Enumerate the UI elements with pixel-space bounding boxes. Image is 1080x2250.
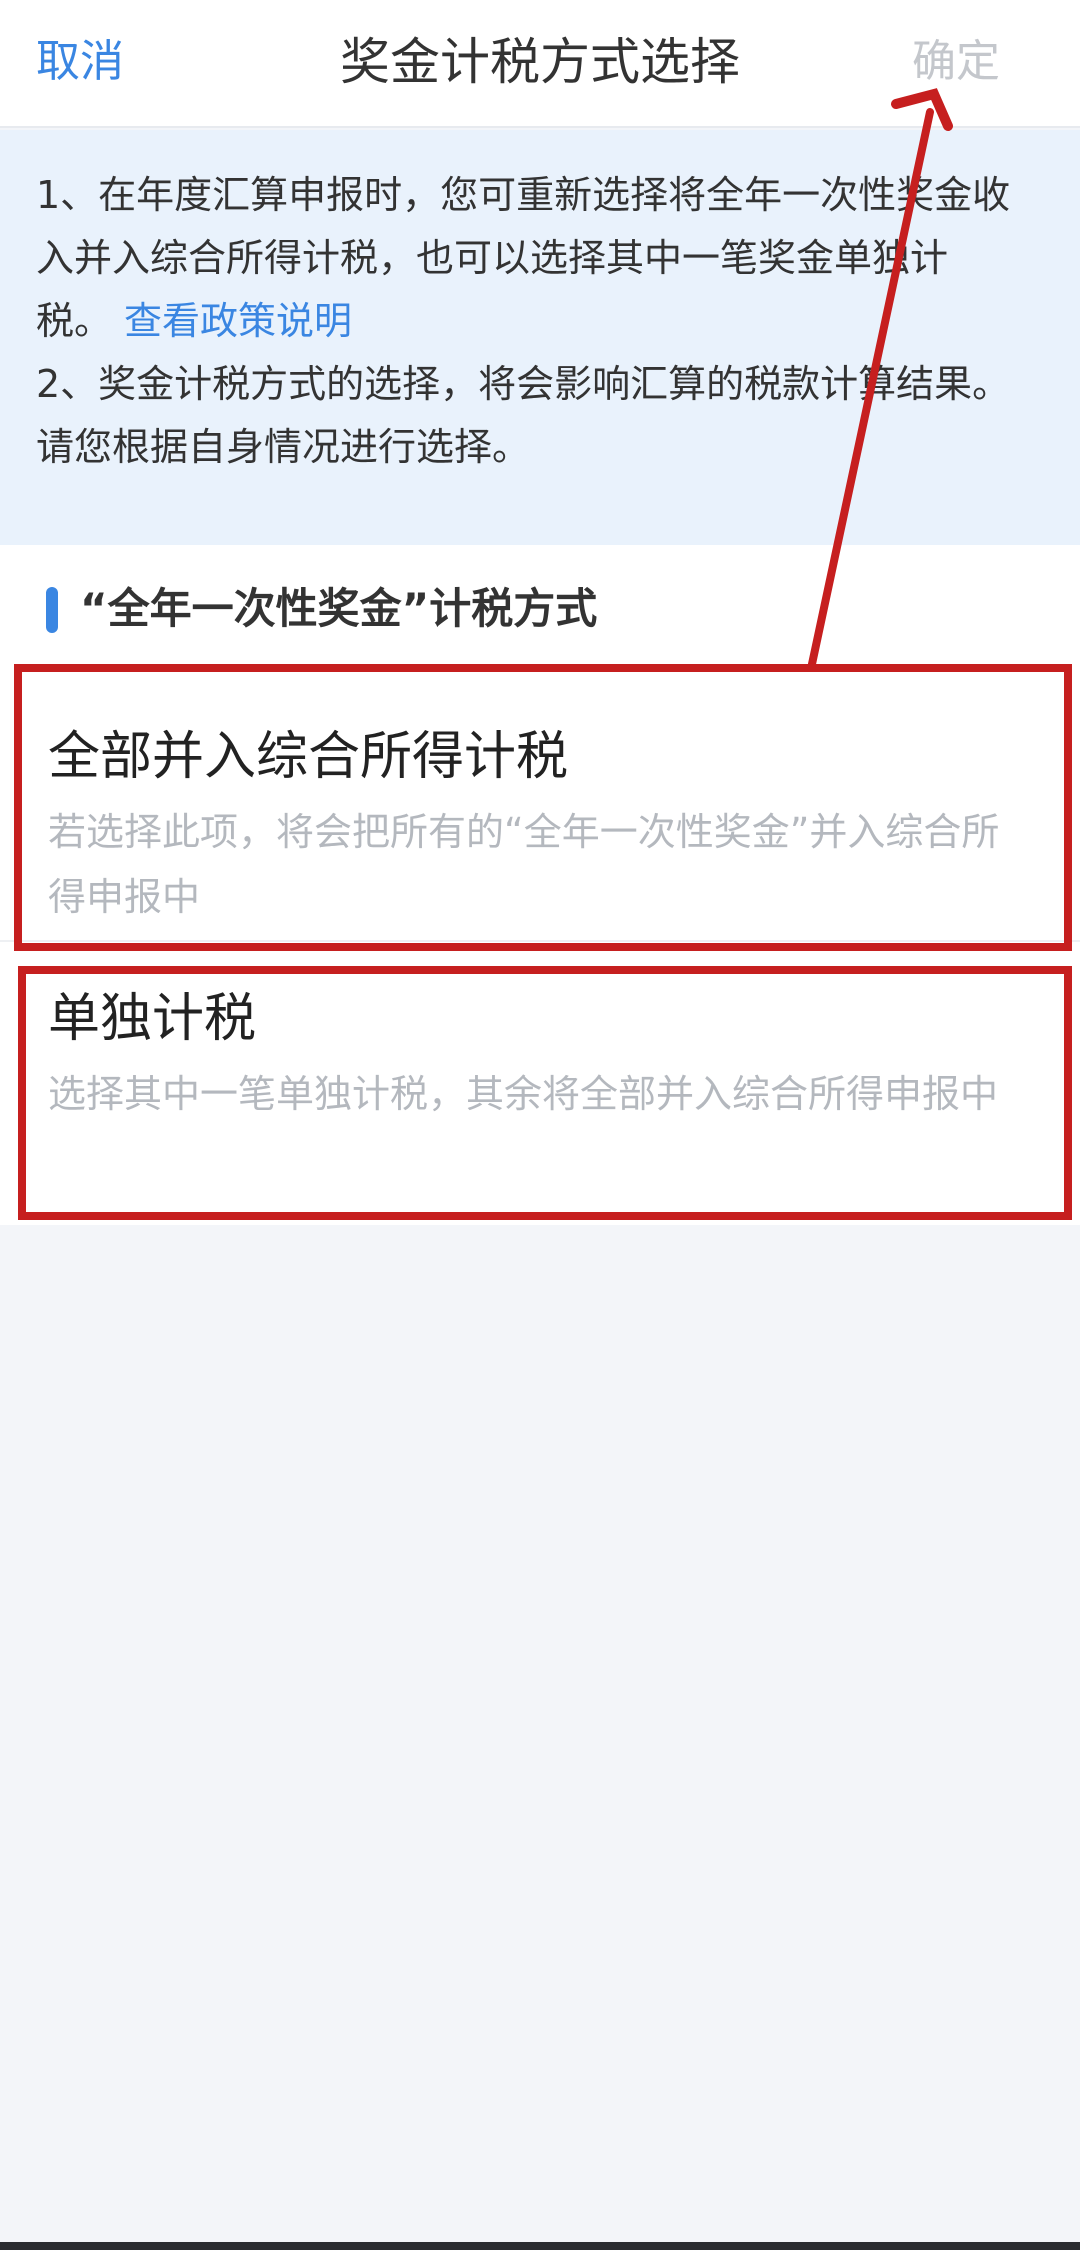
option-description: 选择其中一笔单独计税，其余将全部并入综合所得申报中 — [48, 1072, 999, 1116]
policy-link[interactable]: 查看政策说明 — [124, 299, 352, 343]
option-separate-taxation[interactable]: 单独计税 选择其中一笔单独计税，其余将全部并入综合所得申报中 — [0, 940, 1080, 1225]
bottom-edge — [0, 2242, 1080, 2250]
nav-header: 取消 奖金计税方式选择 确定 — [0, 0, 1080, 128]
notice-line-5: 请您根据自身情况进行选择。 — [36, 425, 531, 469]
option-title: 全部并入综合所得计税 — [48, 727, 569, 787]
notice-line-3-text: 税。 — [36, 299, 113, 343]
notice-line-2: 入并入综合所得计税，也可以选择其中一笔奖金单独计 — [36, 236, 949, 280]
section-title: “全年一次性奖金”计税方式 — [80, 584, 598, 633]
option-title: 单独计税 — [48, 989, 257, 1049]
notice-line-3: 税。 查看政策说明 — [36, 290, 1050, 353]
notice-panel: 1、在年度汇算申报时，您可重新选择将全年一次性奖金收 入并入综合所得计税，也可以… — [0, 130, 1080, 545]
option-description: 若选择此项，将会把所有的“全年一次性奖金”并入综合所得申报中 — [48, 810, 1000, 919]
section-accent-bar — [46, 587, 58, 633]
notice-line-1: 1、在年度汇算申报时，您可重新选择将全年一次性奖金收 — [36, 173, 1011, 217]
option-combined-taxation[interactable]: 全部并入综合所得计税 若选择此项，将会把所有的“全年一次性奖金”并入综合所得申报… — [0, 670, 1080, 940]
notice-line-4: 2、奖金计税方式的选择，将会影响汇算的税款计算结果。 — [36, 362, 1011, 406]
tax-method-section: “全年一次性奖金”计税方式 全部并入综合所得计税 若选择此项，将会把所有的“全年… — [0, 545, 1080, 1225]
confirm-button[interactable]: 确定 — [912, 32, 1000, 92]
